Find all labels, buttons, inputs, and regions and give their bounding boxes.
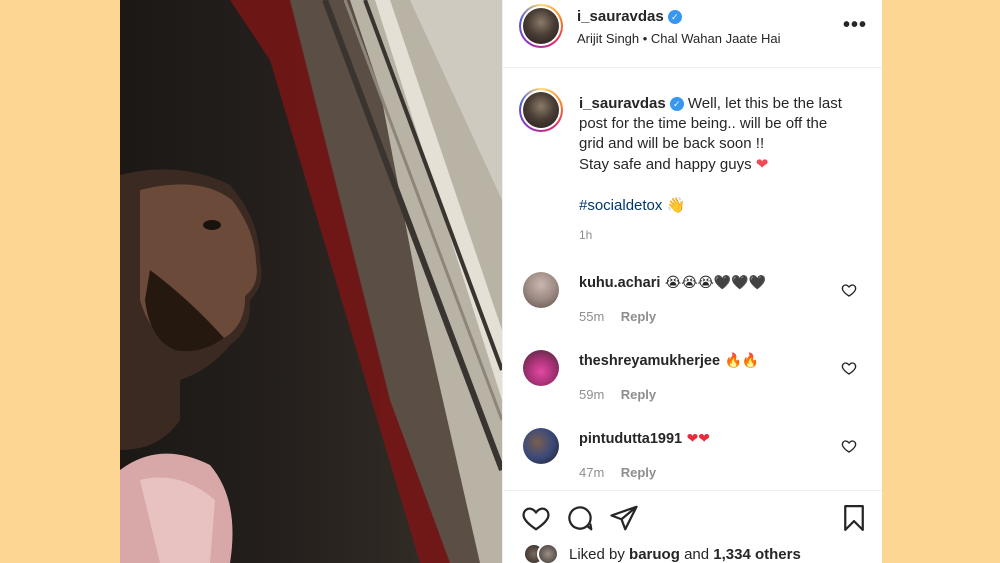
like-comment-icon[interactable] — [841, 282, 857, 298]
verified-badge-icon: ✓ — [667, 9, 682, 24]
bookmark-save-icon[interactable] — [839, 503, 869, 533]
commenter-username[interactable]: theshreyamukherjee — [579, 353, 720, 369]
wave-emoji: 👋 — [666, 196, 686, 214]
caption-author-username[interactable]: i_sauravdas — [579, 95, 666, 112]
reply-button[interactable]: Reply — [621, 387, 656, 402]
caption-line-1: Well, let this be the last — [687, 95, 842, 112]
more-options-icon[interactable]: ••• — [843, 14, 867, 37]
caption-line-4: Stay safe and happy guys — [579, 156, 752, 173]
reply-button[interactable]: Reply — [621, 465, 656, 480]
like-comment-icon[interactable] — [841, 360, 857, 376]
commenter-username[interactable]: pintudutta1991 — [579, 431, 682, 447]
commenter-username[interactable]: kuhu.achari — [579, 275, 660, 291]
liker-username[interactable]: baruog — [629, 546, 680, 563]
comment-timestamp[interactable]: 59m — [579, 387, 604, 402]
caption-verified-badge-icon: ✓ — [669, 97, 684, 112]
likes-count-link[interactable]: 1,334 others — [713, 546, 801, 563]
comment-bubble-icon[interactable] — [565, 503, 595, 533]
comment-timestamp[interactable]: 55m — [579, 309, 604, 324]
share-send-icon[interactable] — [609, 503, 639, 533]
comment-timestamp[interactable]: 47m — [579, 465, 604, 480]
heart-emoji: ❤ — [755, 155, 769, 173]
post-photo[interactable] — [120, 0, 502, 563]
commenter-avatar[interactable] — [523, 272, 559, 308]
post-actions-bar: Liked by baruog and 1,334 others — [503, 490, 882, 563]
like-comment-icon[interactable] — [841, 438, 857, 454]
likes-conjunction: and — [684, 546, 710, 563]
caption-author-avatar[interactable] — [519, 88, 563, 132]
instagram-post: i_sauravdas ✓ Arijit Singh • Chal Wahan J… — [120, 0, 882, 563]
author-username[interactable]: i_sauravdas — [577, 8, 664, 25]
caption-line-2: post for the time being.. will be off th… — [579, 115, 828, 132]
music-info[interactable]: Arijit Singh • Chal Wahan Jaate Hai — [577, 31, 781, 46]
post-details-panel: i_sauravdas ✓ Arijit Singh • Chal Wahan J… — [502, 0, 882, 563]
caption: i_sauravdas ✓ Well, let this be the last … — [579, 94, 869, 242]
comment-text: ❤❤ — [686, 431, 711, 447]
like-heart-icon[interactable] — [521, 503, 551, 533]
photo-illustration — [120, 0, 502, 563]
comment-text: 🔥🔥 — [724, 353, 760, 369]
hashtag-link[interactable]: #socialdetox — [579, 197, 662, 214]
commenter-avatar[interactable] — [523, 350, 559, 386]
caption-timestamp[interactable]: 1h — [579, 228, 869, 242]
reply-button[interactable]: Reply — [621, 309, 656, 324]
likes-prefix: Liked by — [569, 546, 625, 563]
author-avatar[interactable] — [519, 4, 563, 48]
post-header: i_sauravdas ✓ Arijit Singh • Chal Wahan J… — [503, 0, 882, 68]
caption-line-3: grid and will be back soon !! — [579, 135, 765, 152]
comment-text: 😭😭😭🖤🖤🖤 — [664, 275, 767, 291]
commenter-avatar[interactable] — [523, 428, 559, 464]
liker-avatar[interactable] — [537, 543, 559, 563]
